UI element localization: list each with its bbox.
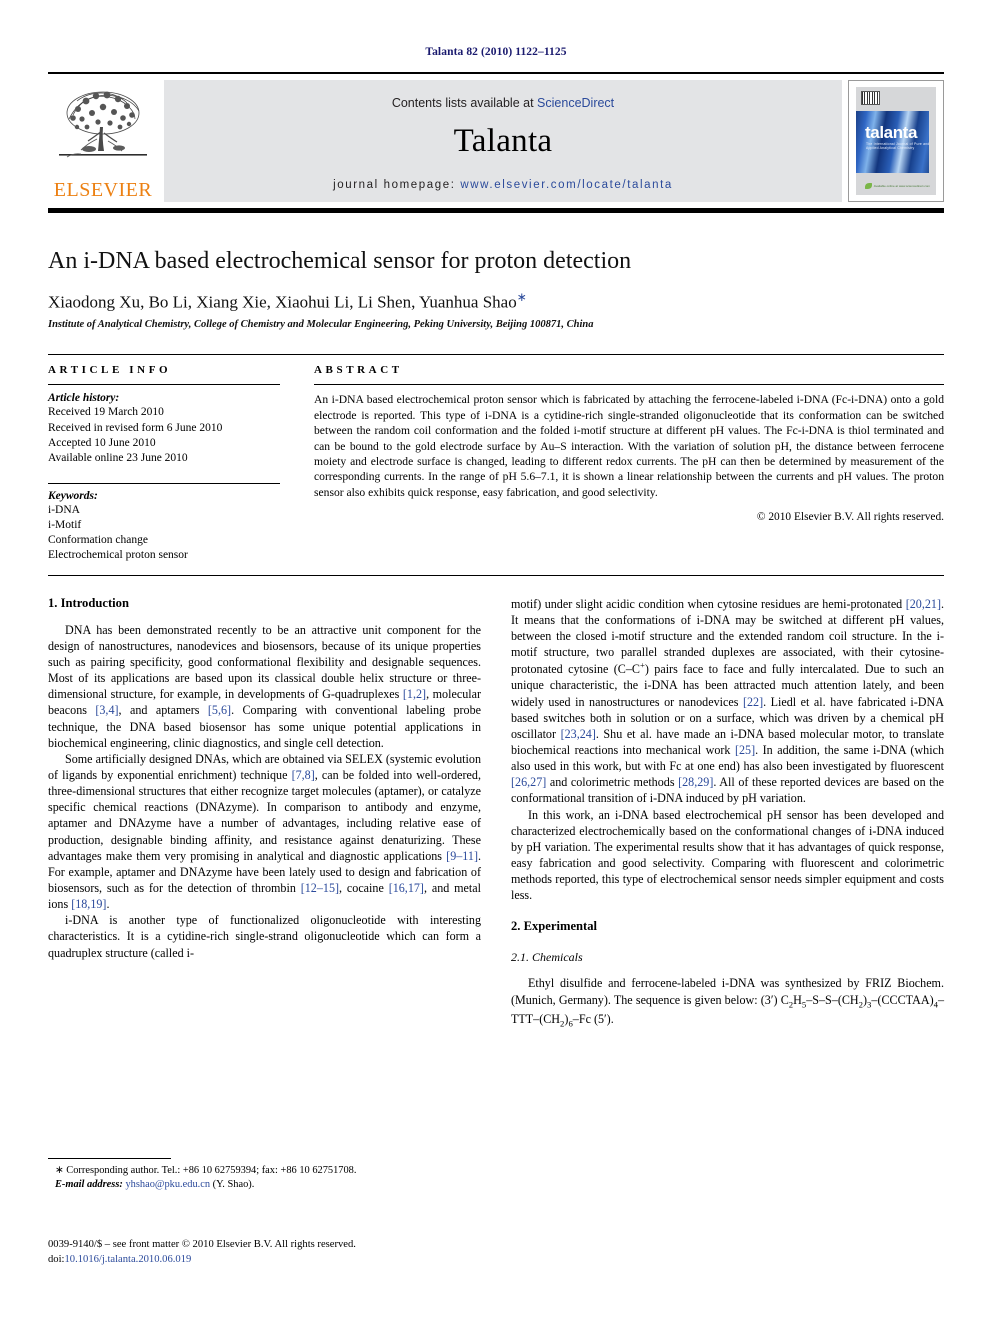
paragraph: Ethyl disulfide and ferrocene-labeled i-… (511, 976, 944, 1028)
history-item: Available online 23 June 2010 (48, 452, 188, 465)
elsevier-tree-icon (59, 91, 147, 158)
journal-homepage-line: journal homepage: www.elsevier.com/locat… (164, 179, 842, 191)
cover-subtitle: The International Journal of Pure and Ap… (866, 142, 930, 150)
doi-label: doi: (48, 1253, 65, 1265)
header-bottom-rule (48, 208, 944, 213)
elsevier-wordmark: ELSEVIER (53, 179, 153, 201)
title-block: An i-DNA based electrochemical sensor fo… (48, 247, 944, 330)
issn-copyright-line: 0039-9140/$ – see front matter © 2010 El… (48, 1239, 356, 1250)
email-note: E-mail address: yhshao@pku.edu.cn (Y. Sh… (48, 1178, 481, 1192)
barcode-icon (861, 91, 880, 105)
contents-available-line: Contents lists available at ScienceDirec… (164, 80, 842, 110)
info-abstract-bottom-rule (48, 574, 944, 576)
journal-name: Talanta (453, 123, 553, 159)
paragraph: Some artificially designed DNAs, which a… (48, 751, 481, 912)
article-info-heading: ARTICLE INFO (48, 364, 172, 377)
abstract-text: An i-DNA based electrochemical proton se… (314, 393, 944, 499)
author-list: Xiaodong Xu, Bo Li, Xiang Xie, Xiaohui L… (48, 290, 944, 313)
running-head: Talanta 82 (2010) 1122–1125 (425, 46, 567, 58)
paper-page: Talanta 82 (2010) 1122–1125 ELSEVIER Con… (0, 0, 992, 1323)
journal-header-center: Contents lists available at ScienceDirec… (164, 80, 842, 202)
contents-prefix: Contents lists available at (391, 96, 534, 110)
body-column-left: 1. Introduction DNA has been demonstrate… (48, 596, 481, 1030)
paragraph: motif) under slight acidic condition whe… (511, 596, 944, 806)
info-abstract-row: ARTICLE INFO Article history: Received 1… (48, 354, 944, 563)
article-info-column: ARTICLE INFO Article history: Received 1… (48, 364, 280, 563)
email-label: E-mail address: (55, 1178, 123, 1190)
body-column-right: motif) under slight acidic condition whe… (511, 596, 944, 1030)
section-heading-experimental: 2. Experimental (511, 919, 598, 934)
history-item: Accepted 10 June 2010 (48, 437, 156, 450)
corresponding-author-note: ∗ Corresponding author. Tel.: +86 10 627… (55, 1165, 357, 1176)
info-divider-top (48, 384, 280, 386)
section-heading-introduction: 1. Introduction (48, 595, 129, 610)
abstract-divider (314, 384, 944, 386)
footnote-zone: ∗ Corresponding author. Tel.: +86 10 627… (48, 1158, 481, 1192)
article-history-label: Article history: (48, 392, 120, 405)
copyright-line: © 2010 Elsevier B.V. All rights reserved… (756, 511, 944, 524)
imprint-block: 0039-9140/$ – see front matter © 2010 El… (48, 1238, 508, 1268)
journal-cover-thumbnail[interactable]: talanta The International Journal of Pur… (848, 80, 944, 202)
history-item: Received in revised form 6 June 2010 (48, 421, 223, 434)
info-divider-keywords (48, 482, 280, 484)
keyword-item: i-DNA (48, 503, 80, 516)
paragraph: In this work, an i-DNA based electrochem… (511, 807, 944, 903)
keyword-item: Electrochemical proton sensor (48, 549, 188, 562)
cover-footer: Available online at www.sciencedirect.co… (865, 183, 930, 189)
abstract-column: ABSTRACT An i-DNA based electrochemical … (314, 364, 944, 563)
history-item: Received 19 March 2010 (48, 406, 164, 419)
keyword-item: i-Motif (48, 518, 82, 531)
doi-link[interactable]: 10.1016/j.talanta.2010.06.019 (64, 1254, 191, 1265)
corresponding-author-marker: ∗ (516, 289, 527, 304)
page-title: An i-DNA based electrochemical sensor fo… (48, 248, 632, 274)
journal-header: ELSEVIER Contents lists available at Sci… (48, 72, 944, 213)
keyword-item: Conformation change (48, 534, 148, 547)
doi-line: doi:10.1016/j.talanta.2010.06.019 (48, 1253, 508, 1268)
email-suffix: (Y. Shao). (212, 1178, 255, 1190)
subsection-heading-chemicals: 2.1. Chemicals (511, 950, 583, 965)
paragraph: DNA has been demonstrated recently to be… (48, 622, 481, 750)
leaf-icon (865, 183, 873, 189)
cover-footer-text: Available online at www.sciencedirect.co… (873, 183, 930, 188)
footnote-rule (48, 1158, 171, 1159)
paragraph: i-DNA is another type of functionalized … (48, 913, 481, 960)
keywords-block: Keywords: i-DNA i-Motif Conformation cha… (48, 482, 280, 564)
email-link[interactable]: yhshao@pku.edu.cn (125, 1179, 210, 1190)
homepage-label: journal homepage: (333, 179, 456, 191)
cover-title: talanta (865, 123, 917, 142)
abstract-heading: ABSTRACT (314, 364, 403, 377)
cover-inner: talanta The International Journal of Pur… (856, 87, 936, 195)
homepage-url-link[interactable]: www.elsevier.com/locate/talanta (460, 179, 673, 191)
elsevier-logo: ELSEVIER (48, 80, 158, 202)
keywords-label: Keywords: (48, 489, 98, 502)
affiliation: Institute of Analytical Chemistry, Colle… (48, 319, 594, 331)
sciencedirect-link[interactable]: ScienceDirect (537, 96, 614, 110)
authors-text: Xiaodong Xu, Bo Li, Xiang Xie, Xiaohui L… (48, 292, 517, 312)
body-columns: 1. Introduction DNA has been demonstrate… (48, 596, 944, 1030)
